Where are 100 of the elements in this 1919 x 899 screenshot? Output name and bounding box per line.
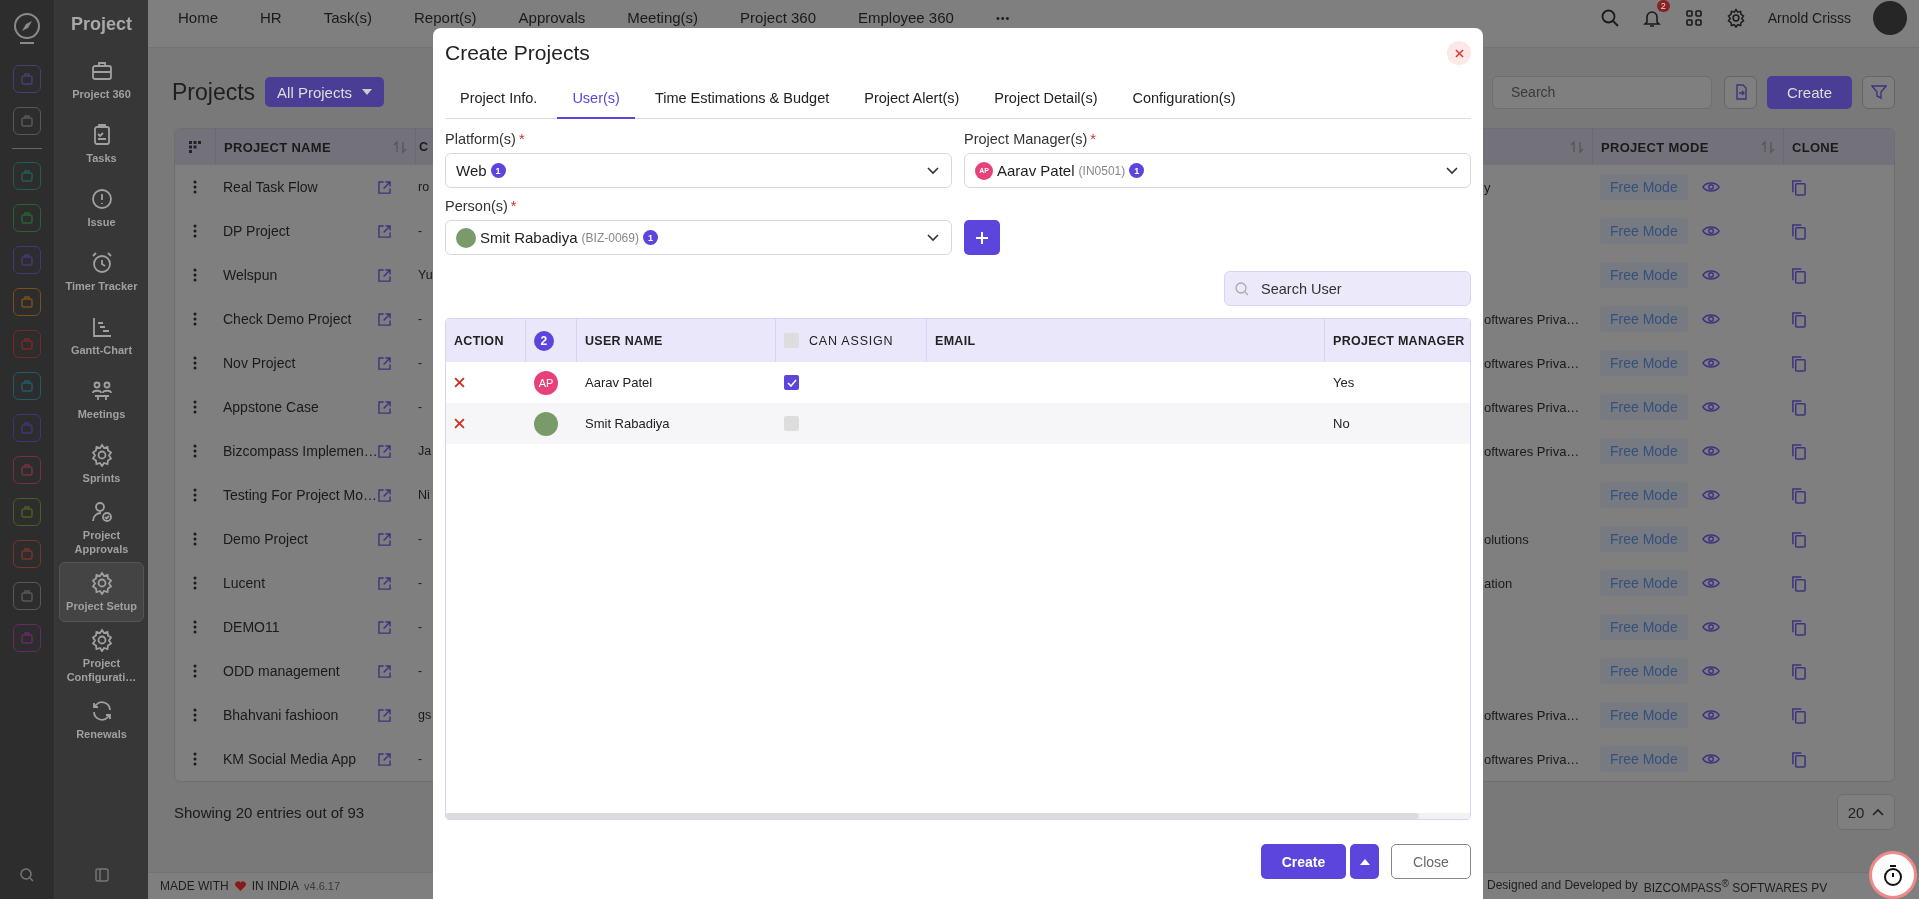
nav-link[interactable]: Project 360 — [740, 9, 816, 26]
copy-icon[interactable] — [1791, 310, 1806, 328]
eye-icon[interactable] — [1701, 313, 1720, 325]
open-link-icon[interactable] — [378, 180, 391, 194]
sidebar-item[interactable]: Renewals — [59, 690, 144, 750]
sort-icon[interactable] — [393, 140, 407, 154]
tab[interactable]: Project Alert(s) — [849, 78, 975, 119]
checkbox[interactable] — [784, 375, 799, 390]
open-link-icon[interactable] — [378, 224, 391, 238]
sidebar-item[interactable]: Tasks — [59, 114, 144, 174]
eye-icon[interactable] — [1701, 665, 1720, 677]
open-link-icon[interactable] — [378, 532, 391, 546]
app-icon[interactable] — [13, 65, 41, 93]
tab[interactable]: Configuration(s) — [1117, 78, 1251, 119]
eye-icon[interactable] — [1701, 577, 1720, 589]
platform-select[interactable]: Web 1 — [445, 153, 952, 188]
sidebar-item[interactable]: Project Approvals — [59, 498, 144, 558]
app-icon[interactable] — [13, 330, 41, 358]
project-name[interactable]: Bizcompass Implemen… — [223, 443, 378, 459]
tab[interactable]: User(s) — [557, 78, 635, 119]
project-name[interactable]: ODD management — [223, 663, 340, 679]
app-icon[interactable] — [13, 582, 41, 610]
app-icon[interactable] — [13, 162, 41, 190]
remove-icon[interactable] — [454, 418, 465, 429]
column-header[interactable]: PROJECT MODE — [1601, 139, 1709, 155]
kebab-menu-icon[interactable] — [193, 268, 197, 282]
copy-icon[interactable] — [1791, 178, 1806, 196]
kebab-menu-icon[interactable] — [193, 752, 197, 766]
eye-icon[interactable] — [1701, 709, 1720, 721]
app-icon[interactable] — [13, 540, 41, 568]
collapse-sidebar-icon[interactable] — [93, 867, 110, 883]
app-icon[interactable] — [13, 624, 41, 652]
close-button[interactable]: Close — [1391, 844, 1471, 879]
kebab-menu-icon[interactable] — [193, 576, 197, 590]
app-icon[interactable] — [13, 372, 41, 400]
kebab-menu-icon[interactable] — [193, 444, 197, 458]
checkbox[interactable] — [784, 333, 799, 348]
eye-icon[interactable] — [1701, 489, 1720, 501]
kebab-menu-icon[interactable] — [193, 224, 197, 238]
project-name[interactable]: DEMO11 — [223, 619, 280, 635]
column-settings-icon[interactable] — [188, 140, 202, 154]
app-icon[interactable] — [13, 498, 41, 526]
copy-icon[interactable] — [1791, 662, 1806, 680]
app-icon[interactable] — [13, 246, 41, 274]
page-size-dropdown[interactable]: 20 — [1837, 794, 1895, 830]
sort-icon[interactable] — [1570, 140, 1584, 154]
close-button[interactable] — [1447, 41, 1471, 65]
tab[interactable]: Time Estimations & Budget — [639, 78, 845, 119]
app-icon[interactable] — [13, 456, 41, 484]
copy-icon[interactable] — [1791, 574, 1806, 592]
kebab-menu-icon[interactable] — [193, 620, 197, 634]
copy-icon[interactable] — [1791, 618, 1806, 636]
column-header[interactable]: PROJECT NAME — [224, 139, 331, 155]
eye-icon[interactable] — [1701, 753, 1720, 765]
export-button[interactable] — [1724, 75, 1757, 109]
copy-icon[interactable] — [1791, 266, 1806, 284]
open-link-icon[interactable] — [378, 664, 391, 678]
open-link-icon[interactable] — [378, 620, 391, 634]
nav-link[interactable]: Task(s) — [323, 9, 373, 26]
copy-icon[interactable] — [1791, 222, 1806, 240]
more-menu[interactable]: ••• — [995, 11, 1011, 24]
search-user-field[interactable]: Search User — [1224, 271, 1471, 306]
copy-icon[interactable] — [1791, 442, 1806, 460]
kebab-menu-icon[interactable] — [193, 664, 197, 678]
app-icon[interactable] — [13, 204, 41, 232]
sidebar-item[interactable]: Meetings — [59, 370, 144, 430]
create-button[interactable]: Create — [1767, 75, 1852, 109]
nav-link[interactable]: Meeting(s) — [627, 9, 699, 26]
kebab-menu-icon[interactable] — [193, 180, 197, 194]
eye-icon[interactable] — [1701, 225, 1720, 237]
search-icon[interactable] — [19, 867, 35, 883]
copy-icon[interactable] — [1791, 354, 1806, 372]
kebab-menu-icon[interactable] — [193, 400, 197, 414]
project-filter-dropdown[interactable]: All Projects — [265, 77, 385, 107]
sidebar-item[interactable]: Project 360 — [59, 50, 144, 110]
open-link-icon[interactable] — [378, 752, 391, 766]
sidebar-item[interactable]: Project Setup — [59, 562, 144, 622]
eye-icon[interactable] — [1701, 445, 1720, 457]
scrollbar-thumb[interactable] — [446, 813, 1419, 819]
project-name[interactable]: Demo Project — [223, 531, 308, 547]
checkbox[interactable] — [784, 416, 799, 431]
open-link-icon[interactable] — [378, 356, 391, 370]
sidebar-item[interactable]: Gantt-Chart — [59, 306, 144, 366]
project-name[interactable]: Appstone Case — [223, 399, 319, 415]
project-name[interactable]: Nov Project — [223, 355, 296, 371]
open-link-icon[interactable] — [378, 444, 391, 458]
sidebar-item[interactable]: Sprints — [59, 434, 144, 494]
user-avatar[interactable] — [1873, 0, 1907, 35]
filter-button[interactable] — [1862, 75, 1895, 109]
create-button[interactable]: Create — [1261, 844, 1346, 879]
eye-icon[interactable] — [1701, 357, 1720, 369]
eye-icon[interactable] — [1701, 181, 1720, 193]
settings-icon[interactable] — [1725, 7, 1746, 28]
project-name[interactable]: DP Project — [223, 223, 290, 239]
open-link-icon[interactable] — [378, 312, 391, 326]
project-name[interactable]: Bhahvani fashioon — [223, 707, 339, 723]
column-header[interactable]: CLONE — [1792, 139, 1839, 155]
project-name[interactable]: Testing For Project Mo… — [223, 487, 378, 503]
column-header[interactable]: C — [419, 140, 429, 154]
remove-icon[interactable] — [454, 377, 465, 388]
